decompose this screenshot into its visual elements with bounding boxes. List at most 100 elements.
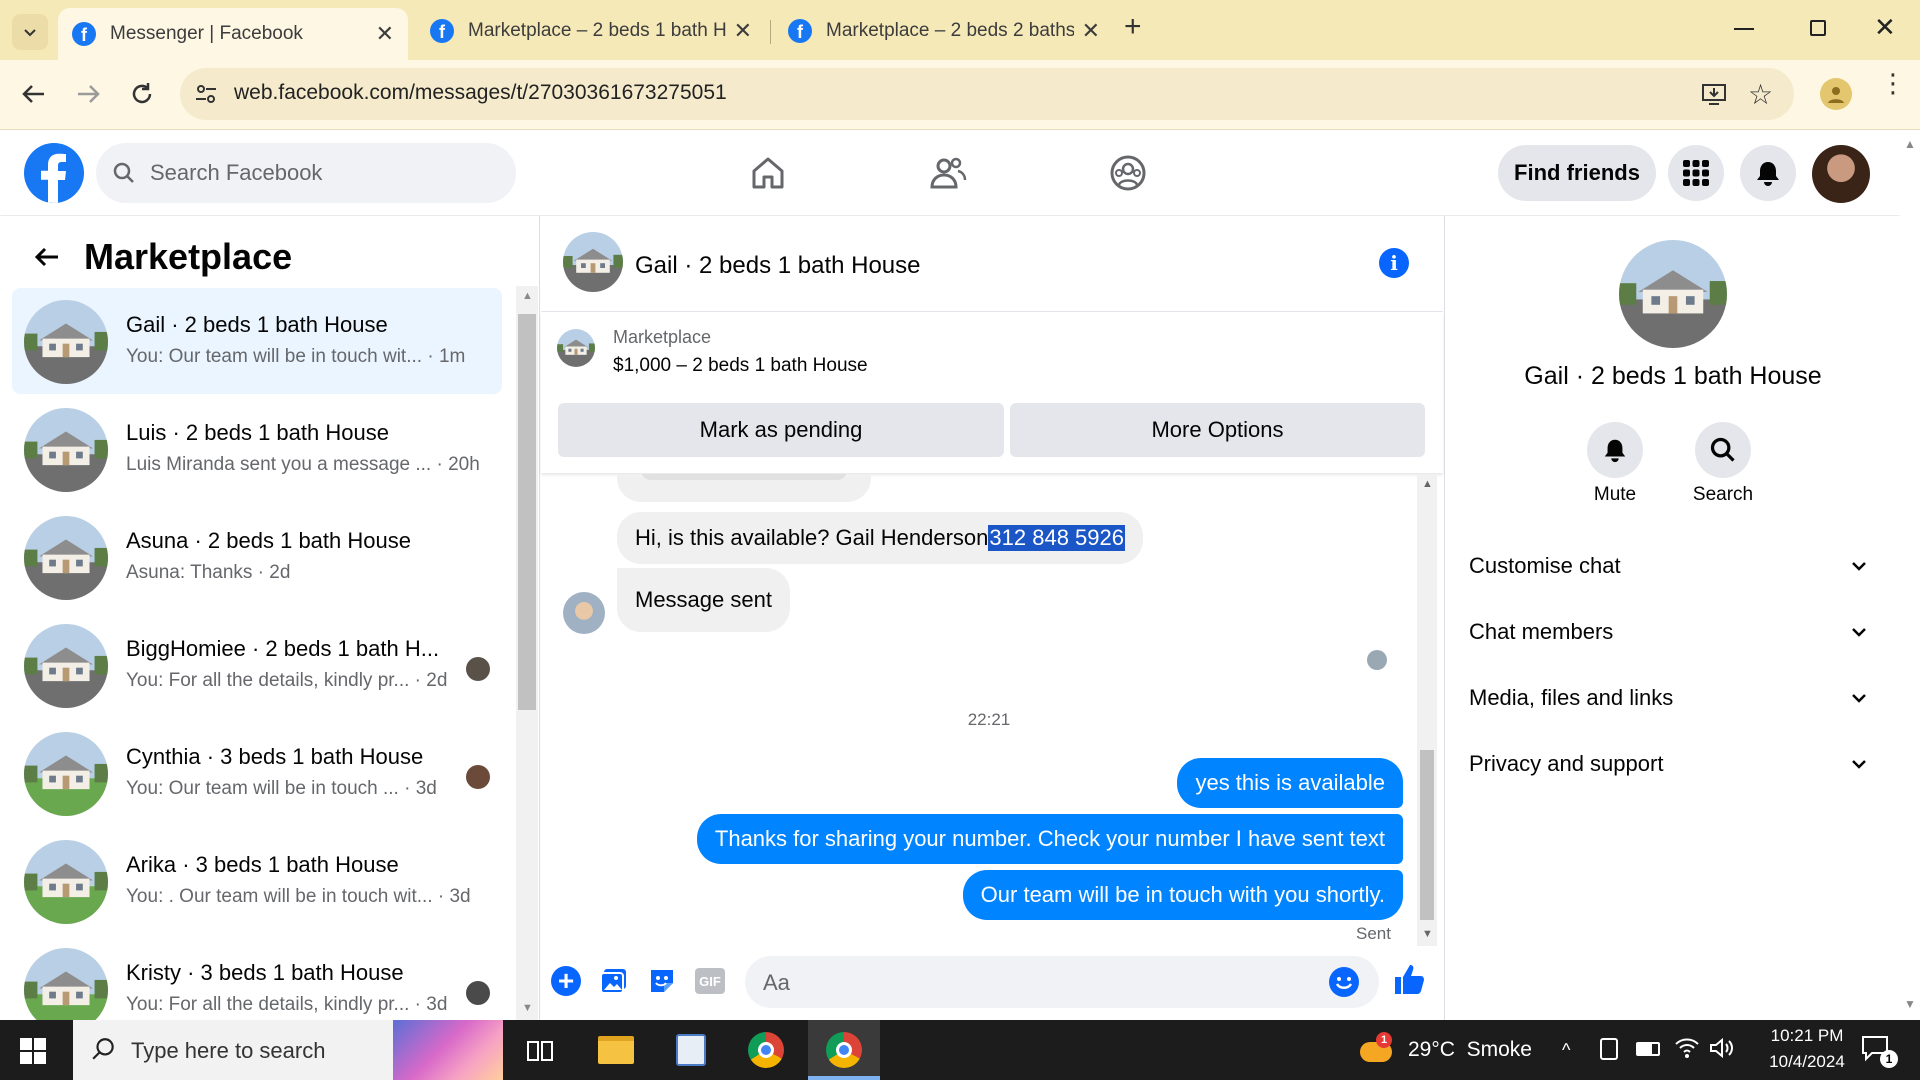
scrollbar-thumb[interactable] (518, 314, 536, 710)
message-sent-bubble[interactable]: Message sent (617, 568, 790, 632)
reload-icon[interactable] (128, 80, 156, 108)
tab-marketplace-2[interactable]: f Marketplace – 2 beds 2 baths House ✕ (774, 10, 1114, 52)
address-bar[interactable]: web.facebook.com/messages/t/270303616732… (180, 68, 1794, 120)
sender-avatar[interactable] (563, 592, 605, 634)
weather-icon[interactable]: 1 (1360, 1032, 1394, 1066)
tab-search-chevron-icon[interactable] (12, 14, 48, 50)
install-app-icon[interactable] (1700, 80, 1728, 108)
photo-icon[interactable] (599, 966, 629, 996)
notepad-app-icon[interactable] (676, 1034, 706, 1066)
message-input[interactable]: Aa (745, 956, 1379, 1008)
media-files-links-item[interactable]: Media, files and links (1469, 668, 1869, 728)
notifications-bell-icon[interactable] (1740, 145, 1796, 201)
info-icon[interactable]: i (1379, 248, 1409, 278)
user-avatar[interactable] (1812, 145, 1870, 203)
minimize-icon[interactable] (1734, 28, 1754, 30)
wifi-icon[interactable] (1674, 1036, 1700, 1060)
conversation-item[interactable]: Asuna · 2 beds 1 bath House Asuna: Thanks… (12, 504, 502, 610)
bookmark-star-icon[interactable]: ☆ (1748, 78, 1773, 111)
home-icon[interactable] (748, 153, 788, 193)
listing-label: Marketplace (613, 327, 712, 347)
volume-icon[interactable] (1708, 1036, 1734, 1060)
conversation-item[interactable]: Kristy · 3 beds 1 bath House You: For all… (12, 936, 502, 1020)
gif-icon[interactable]: GIF (695, 968, 725, 994)
chat-header: Gail · 2 beds 1 bath House i (541, 216, 1443, 312)
chat-window: Gail · 2 beds 1 bath House i Marketplace… (541, 216, 1443, 1020)
preview-text: You: For all the details, kindly pr... (126, 994, 410, 1015)
sticker-icon[interactable] (647, 966, 677, 996)
messages-scrollbar[interactable]: ▲ ▼ (1417, 474, 1437, 946)
incoming-message[interactable]: Hi, is this available? Gail Henderson 31… (617, 512, 1143, 564)
mute-label: Mute (1593, 484, 1637, 505)
plus-icon[interactable]: + (551, 966, 581, 996)
scrollbar-thumb[interactable] (1420, 750, 1434, 920)
read-receipt-avatar (466, 657, 490, 681)
sent-status: Sent (1356, 924, 1391, 943)
clock-date[interactable]: 10/4/2024 (1752, 1052, 1862, 1072)
conversation-name: Kristy · 3 beds 1 bath House (126, 960, 404, 985)
battery-icon[interactable] (1636, 1042, 1660, 1056)
friends-icon[interactable] (928, 153, 968, 193)
conversation-thumbnail (24, 516, 108, 600)
taskbar-search-box[interactable]: Type here to search (73, 1020, 503, 1080)
outgoing-message-1[interactable]: yes this is available (1177, 758, 1403, 808)
profile-icon[interactable] (1820, 78, 1852, 110)
tab-close-icon[interactable]: ✕ (376, 21, 394, 47)
chrome-icon[interactable] (748, 1032, 784, 1068)
customise-chat-item[interactable]: Customise chat (1469, 536, 1869, 596)
preview-text: You: Our team will be in touch wit... (126, 346, 423, 367)
facebook-search-input[interactable]: Search Facebook (96, 143, 516, 203)
privacy-support-item[interactable]: Privacy and support (1469, 734, 1869, 794)
browser-menu-icon[interactable]: ⋮ (1880, 70, 1906, 96)
mark-as-pending-button[interactable]: Mark as pending (558, 403, 1004, 457)
conversation-item[interactable]: Gail · 2 beds 1 bath House You: Our team … (12, 288, 502, 394)
outgoing-message-2[interactable]: Thanks for sharing your number. Check yo… (696, 814, 1403, 864)
tab-close-icon[interactable]: ✕ (734, 18, 752, 44)
outgoing-message-3[interactable]: Our team will be in touch with you short… (962, 870, 1403, 920)
chat-list-scrollbar[interactable]: ▲ ▼ (516, 286, 538, 1020)
tab-close-icon[interactable]: ✕ (1082, 18, 1100, 44)
conversation-thumbnail (24, 840, 108, 924)
thumbs-up-icon[interactable] (1391, 962, 1427, 998)
weather-text[interactable]: 29°C Smoke (1408, 1038, 1532, 1062)
restore-icon[interactable] (1810, 20, 1826, 36)
clock-time[interactable]: 10:21 PM (1752, 1026, 1862, 1046)
conversation-item[interactable]: Luis · 2 beds 1 bath House Luis Miranda s… (12, 396, 502, 502)
windows-start-icon[interactable] (20, 1038, 46, 1064)
chat-members-item[interactable]: Chat members (1469, 602, 1869, 662)
groups-icon[interactable] (1108, 153, 1148, 193)
conversation-item[interactable]: Arika · 3 beds 1 bath House You: . Our te… (12, 828, 502, 934)
menu-grid-icon[interactable] (1668, 145, 1724, 201)
conversation-item[interactable]: BiggHomiee · 2 beds 1 bath H... You: For … (12, 612, 502, 718)
profile-name[interactable]: Gail · 2 beds 1 bath House (1445, 362, 1901, 391)
notification-center-icon[interactable]: 1 (1860, 1034, 1900, 1068)
back-arrow-icon[interactable] (20, 80, 48, 108)
new-tab-icon[interactable]: + (1124, 10, 1142, 44)
back-arrow-icon[interactable] (32, 242, 62, 272)
emoji-icon[interactable] (1329, 967, 1359, 997)
chat-title[interactable]: Gail · 2 beds 1 bath House (635, 252, 921, 280)
conversation-preview: Luis Miranda sent you a message ... · 20… (126, 454, 480, 476)
tab-marketplace-1[interactable]: f Marketplace – 2 beds 1 bath House ✕ (416, 10, 766, 52)
url-text[interactable]: web.facebook.com/messages/t/270303616732… (234, 81, 727, 105)
chat-avatar[interactable] (563, 232, 623, 292)
page-scrollbar[interactable]: ▲ ▼ (1900, 131, 1920, 1020)
conversation-item[interactable]: Cynthia · 3 beds 1 bath House You: Our te… (12, 720, 502, 826)
find-friends-button[interactable]: Find friends (1498, 145, 1656, 201)
chevron-up-icon[interactable]: ^ (1562, 1040, 1570, 1061)
task-view-icon[interactable] (526, 1038, 554, 1064)
more-options-button[interactable]: More Options (1010, 403, 1425, 457)
site-info-icon[interactable] (192, 80, 220, 108)
forward-arrow-icon[interactable] (74, 80, 102, 108)
file-explorer-icon[interactable] (598, 1036, 634, 1064)
search-in-chat-button[interactable] (1695, 422, 1751, 478)
profile-picture[interactable] (1619, 240, 1727, 348)
device-icon[interactable] (1600, 1038, 1618, 1060)
listing-title[interactable]: $1,000 – 2 beds 1 bath House (613, 355, 868, 377)
listing-thumbnail[interactable] (557, 329, 595, 367)
chrome-active-taskbar-button[interactable] (808, 1020, 880, 1080)
close-window-icon[interactable]: ✕ (1874, 12, 1896, 43)
tab-messenger[interactable]: f Messenger | Facebook ✕ (58, 8, 408, 60)
facebook-logo-icon[interactable] (24, 143, 84, 203)
mute-button[interactable] (1587, 422, 1643, 478)
